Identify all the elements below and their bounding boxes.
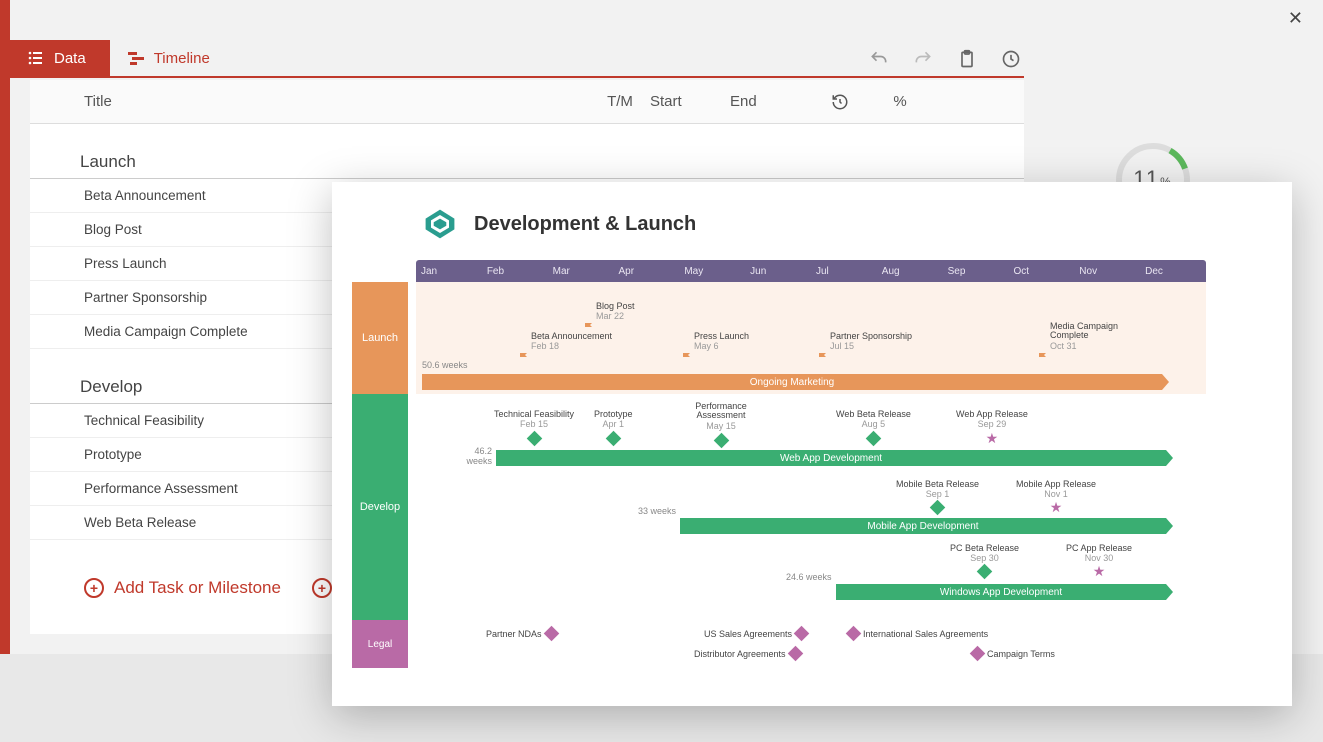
flag-icon <box>519 353 529 363</box>
month-label: Oct <box>1008 266 1074 277</box>
col-tm: T/M <box>590 93 650 110</box>
month-label: Sep <box>943 266 1009 277</box>
lane-legal-label: Legal <box>352 620 408 668</box>
duration-label: 33 weeks <box>638 506 676 516</box>
col-percent: % <box>870 93 930 110</box>
add-task-button[interactable]: + Add Task or Milestone + <box>30 564 330 598</box>
timeline-logo-icon <box>422 206 458 242</box>
diamond-icon <box>543 626 559 642</box>
toolbar <box>867 40 1023 78</box>
star-icon: ★ <box>1093 563 1106 579</box>
diamond-icon <box>526 431 542 447</box>
col-history-icon <box>810 93 870 111</box>
diamond-icon <box>970 646 986 662</box>
column-headers: Title T/M Start End % <box>30 80 1024 124</box>
undo-button[interactable] <box>867 47 891 71</box>
history-button[interactable] <box>999 47 1023 71</box>
diamond-icon <box>605 431 621 447</box>
tab-data-label: Data <box>54 50 86 67</box>
timeline-chart: Jan Feb Mar Apr May Jun Jul Aug Sep Oct … <box>416 260 1206 668</box>
lane-launch-label: Launch <box>352 282 408 394</box>
duration-label: 50.6 weeks <box>422 360 468 370</box>
timeline-header: Development & Launch <box>332 206 1292 260</box>
milestone-marker: PC Beta Release Sep 30 <box>950 544 1019 579</box>
col-end: End <box>730 93 810 110</box>
tab-data[interactable]: Data <box>10 40 110 76</box>
milestone-marker: Prototype Apr 1 <box>594 410 633 446</box>
diamond-icon <box>713 433 729 449</box>
close-button[interactable]: ✕ <box>1288 8 1303 29</box>
star-icon: ★ <box>986 430 999 446</box>
milestone-marker: Media Campaign Complete Oct 31 <box>1050 322 1140 351</box>
section-launch-title: Launch <box>30 148 1024 179</box>
flag-icon <box>1038 353 1048 363</box>
flag-icon <box>682 353 692 363</box>
milestone-marker: Partner Sponsorship Jul 15 <box>830 332 912 351</box>
diamond-icon <box>787 646 803 662</box>
tab-timeline[interactable]: Timeline <box>110 40 234 76</box>
flag-icon <box>818 353 828 363</box>
timeline-preview-panel: Development & Launch Jan Feb Mar Apr May… <box>332 182 1292 706</box>
legal-milestone: International Sales Agreements <box>848 628 988 639</box>
lane-develop: Develop Technical Feasibility Feb 15 Pro… <box>416 394 1206 620</box>
flag-icon <box>584 323 594 333</box>
legal-milestone: Campaign Terms <box>972 648 1055 659</box>
col-title: Title <box>30 93 590 110</box>
month-label: Apr <box>613 266 679 277</box>
plus-icon: + <box>84 578 104 598</box>
diamond-icon <box>846 626 862 642</box>
lane-launch: Launch Beta Announcement Feb 18 Blog Pos… <box>416 282 1206 394</box>
lane-develop-label: Develop <box>352 394 408 620</box>
timeline-tab-icon <box>128 50 144 66</box>
lane-legal: Legal Partner NDAs US Sales Agreements I… <box>416 620 1206 668</box>
milestone-marker: Performance Assessment May 15 <box>676 402 766 448</box>
star-icon: ★ <box>1050 499 1063 515</box>
milestone-marker: Beta Announcement Feb 18 <box>531 332 612 351</box>
milestone-marker: Mobile App Release Nov 1 ★ <box>1016 480 1096 514</box>
milestone-marker: Mobile Beta Release Sep 1 <box>896 480 979 515</box>
month-label: Nov <box>1074 266 1140 277</box>
month-label: Dec <box>1140 266 1206 277</box>
month-label: Jan <box>416 266 482 277</box>
plus-icon-secondary[interactable]: + <box>312 578 332 598</box>
milestone-marker: Press Launch May 6 <box>694 332 749 351</box>
milestone-marker: Blog Post Mar 22 <box>596 302 635 321</box>
redo-button[interactable] <box>911 47 935 71</box>
milestone-marker: PC App Release Nov 30 ★ <box>1066 544 1132 578</box>
legal-milestone: US Sales Agreements <box>704 628 807 639</box>
diamond-icon <box>977 564 993 580</box>
bar-windows: Windows App Development <box>836 584 1166 600</box>
list-icon <box>28 50 44 66</box>
tab-timeline-label: Timeline <box>154 50 210 67</box>
window-accent <box>0 0 10 654</box>
bar-mobile: Mobile App Development <box>680 518 1166 534</box>
timeline-title: Development & Launch <box>474 213 696 236</box>
milestone-marker: Web Beta Release Aug 5 <box>836 410 911 446</box>
months-axis: Jan Feb Mar Apr May Jun Jul Aug Sep Oct … <box>416 260 1206 282</box>
month-label: Jul <box>811 266 877 277</box>
month-label: Aug <box>877 266 943 277</box>
month-label: May <box>679 266 745 277</box>
duration-label: 46.2 weeks <box>452 446 492 466</box>
diamond-icon <box>930 500 946 516</box>
month-label: Jun <box>745 266 811 277</box>
legal-milestone: Distributor Agreements <box>694 648 801 659</box>
bar-ongoing-marketing: Ongoing Marketing <box>422 374 1162 390</box>
duration-label: 24.6 weeks <box>786 572 832 582</box>
diamond-icon <box>866 431 882 447</box>
add-task-label: Add Task or Milestone <box>114 578 281 598</box>
milestone-marker: Web App Release Sep 29 ★ <box>956 410 1028 445</box>
col-start: Start <box>650 93 730 110</box>
clipboard-button[interactable] <box>955 47 979 71</box>
month-label: Mar <box>548 266 614 277</box>
diamond-icon <box>794 626 810 642</box>
legal-milestone: Partner NDAs <box>486 628 557 639</box>
month-label: Feb <box>482 266 548 277</box>
bar-webapp: Web App Development <box>496 450 1166 466</box>
milestone-marker: Technical Feasibility Feb 15 <box>494 410 574 446</box>
